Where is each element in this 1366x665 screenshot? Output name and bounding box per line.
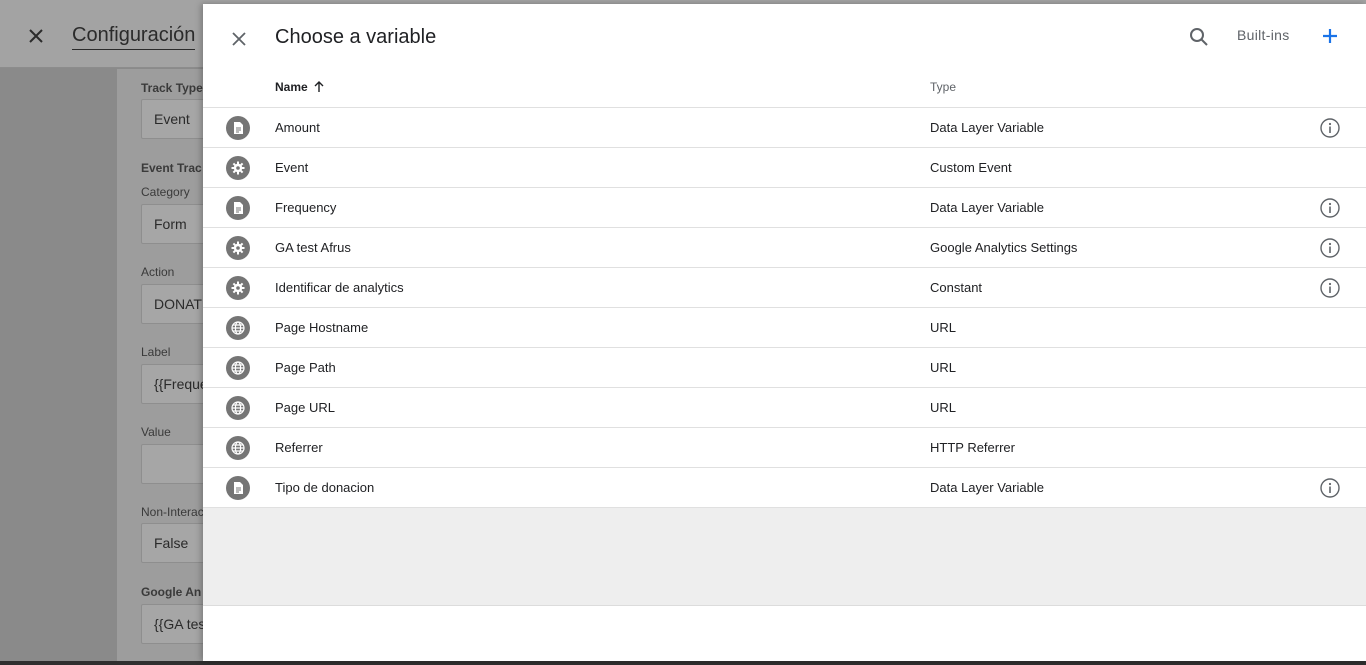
variable-name: Amount (275, 120, 320, 135)
variable-row[interactable]: Referrer HTTP Referrer (203, 428, 1366, 468)
globe-icon (226, 396, 250, 420)
name-column-header[interactable]: Name (275, 80, 326, 94)
action-label: Action (141, 265, 175, 279)
variable-type: URL (930, 400, 957, 415)
close-icon[interactable] (227, 27, 251, 51)
variable-name: Referrer (275, 440, 323, 455)
add-icon[interactable] (1318, 24, 1342, 48)
variable-row[interactable]: GA test Afrus Google Analytics Settings (203, 228, 1366, 268)
variable-type: URL (930, 320, 957, 335)
variable-name: Event (275, 160, 309, 175)
variable-type: Custom Event (930, 160, 1012, 175)
info-icon[interactable] (1319, 197, 1341, 219)
non-interaction-label: Non-Interac (141, 505, 204, 519)
variable-name: GA test Afrus (275, 240, 351, 255)
variable-row[interactable]: Tipo de donacion Data Layer Variable (203, 468, 1366, 508)
globe-icon (226, 356, 250, 380)
variable-type: Constant (930, 280, 983, 295)
variable-name: Identificar de analytics (275, 280, 404, 295)
gear-icon (226, 276, 250, 300)
label-label: Label (141, 345, 171, 359)
variable-type: Google Analytics Settings (930, 240, 1078, 255)
event-tracking-label: Event Trac (141, 161, 202, 175)
variable-row[interactable]: Page Path URL (203, 348, 1366, 388)
globe-icon (226, 436, 250, 460)
variable-name: Frequency (275, 200, 337, 215)
doc-icon (226, 196, 250, 220)
taskbar-strip (0, 661, 1366, 665)
variable-row[interactable]: Page URL URL (203, 388, 1366, 428)
variable-type: Data Layer Variable (930, 120, 1044, 135)
gear-icon (226, 236, 250, 260)
doc-icon (226, 116, 250, 140)
built-ins-button[interactable]: Built-ins (1237, 27, 1290, 43)
variable-list: Amount Data Layer Variable Event Custom Eve… (203, 107, 1366, 508)
globe-icon (226, 316, 250, 340)
google-analytics-label: Google An (141, 585, 202, 599)
panel-title: Choose a variable (275, 26, 437, 48)
variable-name: Page Path (275, 360, 336, 375)
variable-row[interactable]: Page Hostname URL (203, 308, 1366, 348)
variable-row[interactable]: Event Custom Event (203, 148, 1366, 188)
gear-icon (226, 156, 250, 180)
choose-variable-panel: Choose a variable Built-ins Name Type Am… (203, 4, 1366, 661)
track-type-label: Track Type (141, 81, 203, 95)
close-icon[interactable] (24, 24, 48, 48)
name-column-label: Name (275, 80, 308, 94)
info-icon[interactable] (1319, 237, 1341, 259)
variable-type: Data Layer Variable (930, 200, 1044, 215)
value-label: Value (141, 425, 171, 439)
variable-row[interactable]: Amount Data Layer Variable (203, 108, 1366, 148)
variable-row[interactable]: Identificar de analytics Constant (203, 268, 1366, 308)
type-column-header[interactable]: Type (930, 80, 956, 94)
variable-row[interactable]: Frequency Data Layer Variable (203, 188, 1366, 228)
search-icon[interactable] (1187, 25, 1211, 49)
empty-list-area (203, 508, 1366, 606)
info-icon[interactable] (1319, 477, 1341, 499)
category-label: Category (141, 185, 190, 199)
background-title: Configuración (72, 24, 196, 50)
sort-ascending-icon (314, 81, 324, 92)
variable-type: Data Layer Variable (930, 480, 1044, 495)
info-icon[interactable] (1319, 117, 1341, 139)
info-icon[interactable] (1319, 277, 1341, 299)
variable-name: Page URL (275, 400, 335, 415)
variable-name: Page Hostname (275, 320, 369, 335)
variable-type: HTTP Referrer (930, 440, 1015, 455)
doc-icon (226, 476, 250, 500)
variable-type: URL (930, 360, 957, 375)
variable-name: Tipo de donacion (275, 480, 375, 495)
